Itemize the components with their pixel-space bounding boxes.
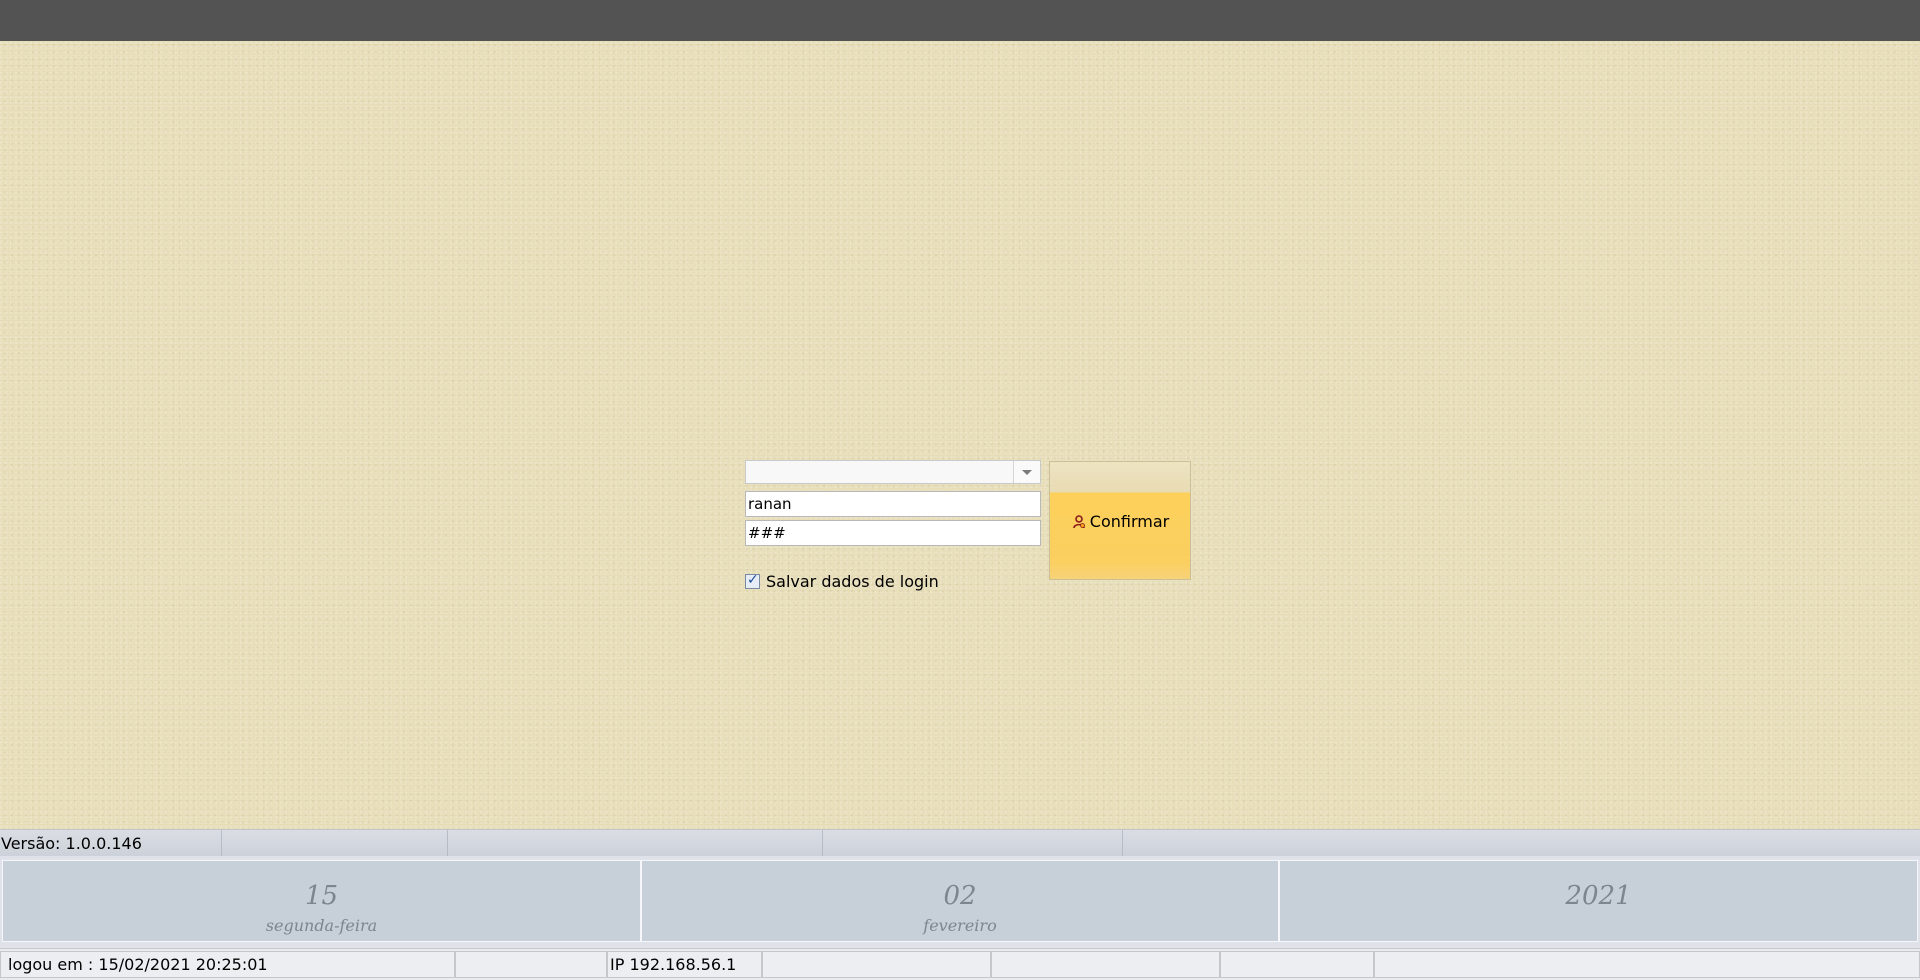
year-number: 2021 (1565, 881, 1632, 911)
day-panel: 15 segunda-feira (2, 860, 641, 942)
status-cell (222, 830, 448, 857)
save-login-row[interactable]: Salvar dados de login (745, 571, 939, 591)
month-name: fevereiro (923, 916, 997, 935)
status-bar-bottom: logou em : 15/02/2021 20:25:01 IP 192.16… (0, 948, 1920, 980)
status-cell (1374, 951, 1920, 978)
username-input[interactable] (745, 491, 1041, 517)
month-number: 02 (943, 881, 977, 911)
ip-address: IP 192.168.56.1 (607, 951, 762, 978)
status-cell (762, 951, 991, 978)
confirm-button-label: Confirmar (1089, 512, 1170, 531)
confirm-button[interactable]: Confirmar (1049, 461, 1191, 580)
status-cell (823, 830, 1123, 857)
status-cell (991, 951, 1220, 978)
year-panel: 2021 (1279, 860, 1918, 942)
version-label: Versão: 1.0.0.146 (0, 830, 222, 857)
date-bar: 15 segunda-feira 02 fevereiro 2021 (0, 856, 1920, 948)
chevron-down-icon[interactable] (1013, 461, 1040, 483)
status-cell (1220, 951, 1374, 978)
title-bar (0, 0, 1920, 41)
user-key-icon (1071, 514, 1087, 530)
status-bar-top: Versão: 1.0.0.146 (0, 829, 1920, 857)
status-cell (1123, 830, 1920, 857)
password-input[interactable] (745, 520, 1041, 546)
save-login-checkbox[interactable] (745, 572, 760, 589)
month-panel: 02 fevereiro (641, 860, 1279, 942)
status-cell (455, 951, 607, 978)
login-panel: Salvar dados de login Confirmar (745, 460, 1195, 600)
login-time: logou em : 15/02/2021 20:25:01 (0, 951, 455, 978)
weekday-name: segunda-feira (265, 916, 378, 935)
profile-dropdown[interactable] (745, 460, 1041, 484)
workspace: Salvar dados de login Confirmar (0, 41, 1920, 829)
save-login-label[interactable]: Salvar dados de login (766, 572, 939, 591)
day-number: 15 (304, 881, 339, 911)
status-cell (448, 830, 823, 857)
